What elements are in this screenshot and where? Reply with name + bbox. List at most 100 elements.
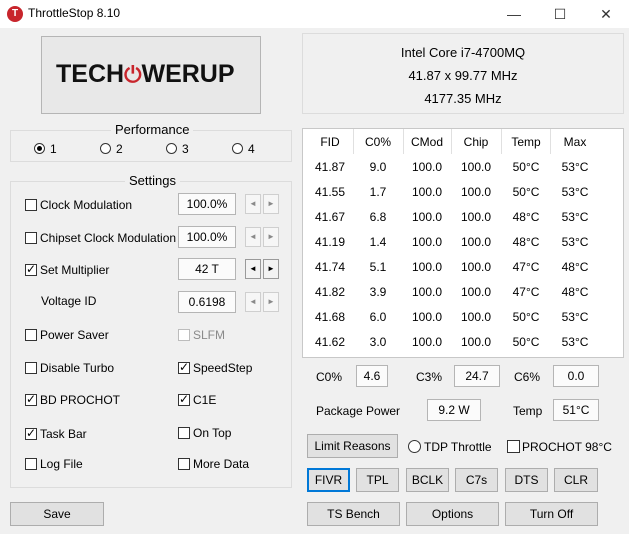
table-cell: 48°C [512,210,540,224]
table-cell: 1.7 [369,185,387,199]
table-cell: 100.0 [411,235,443,249]
fivr-button[interactable]: FIVR [307,468,350,492]
profile-3-radio[interactable] [166,143,177,154]
table-cell: 41.74 [314,260,346,274]
minimize-button[interactable]: — [491,0,537,28]
settings-label: Settings [125,173,180,188]
c0-summary-label: C0% [316,370,343,384]
slfm-checkbox[interactable] [178,329,190,341]
close-button[interactable]: ✕ [583,0,629,28]
options-button[interactable]: Options [406,502,499,526]
clock-modulation-increase[interactable]: ► [263,194,279,214]
core-data-grid: FID C0% CMod Chip Temp Max 41.87 9.0 100.0 100.0 5… [302,128,624,358]
slfm-label: SLFM [193,328,226,342]
set-multiplier-label: Set Multiplier [40,263,110,277]
cpu-name: Intel Core i7-4700MQ [400,45,526,60]
table-cell: 48°C [561,260,589,274]
set-multiplier-decrease[interactable]: ◄ [245,259,261,279]
chipset-clock-modulation-value: 100.0% [178,226,236,248]
table-cell: 48°C [561,285,589,299]
clock-modulation-decrease[interactable]: ◄ [245,194,261,214]
speedstep-label: SpeedStep [193,361,253,375]
table-cell: 5.1 [369,260,387,274]
package-power-label: Package Power [316,404,401,418]
table-cell: 6.8 [369,210,387,224]
set-multiplier-increase[interactable]: ► [263,259,279,279]
c6-summary-value: 0.0 [553,365,599,387]
voltage-id-increase[interactable]: ► [263,292,279,312]
table-cell: 100.0 [411,285,443,299]
task-bar-label: Task Bar [40,427,87,441]
disable-turbo-checkbox[interactable] [25,362,37,374]
log-file-label: Log File [40,457,83,471]
column-header: C0% [364,135,391,149]
profile-3-label: 3 [182,142,189,156]
log-file-checkbox[interactable] [25,458,37,470]
table-cell: 53°C [561,310,589,324]
clock-modulation-checkbox[interactable] [25,199,37,211]
table-cell: 100.0 [460,285,492,299]
bd-prochot-checkbox[interactable] [25,392,37,406]
chipset-clock-modulation-checkbox[interactable] [25,232,37,244]
table-cell: 47°C [512,285,540,299]
power-saver-checkbox[interactable] [25,329,37,341]
on-top-label: On Top [193,426,232,440]
table-cell: 100.0 [411,260,443,274]
limit-reasons-button[interactable]: Limit Reasons [307,434,398,458]
performance-label: Performance [111,122,194,137]
clock-modulation-label: Clock Modulation [40,198,133,212]
chipset-clock-modulation-increase[interactable]: ► [263,227,279,247]
window-title: ThrottleStop 8.10 [28,6,121,20]
set-multiplier-checkbox[interactable] [25,262,37,276]
bd-prochot-label: BD PROCHOT [40,393,121,407]
table-cell: 50°C [512,185,540,199]
table-cell: 41.87 [314,160,346,174]
speedstep-checkbox[interactable] [178,360,190,374]
table-cell: 100.0 [411,310,443,324]
disable-turbo-label: Disable Turbo [40,361,115,375]
c0-summary-value: 4.6 [356,365,388,387]
table-cell: 100.0 [460,335,492,349]
table-cell: 50°C [512,310,540,324]
app-icon: T [7,6,23,22]
save-button[interactable]: Save [10,502,104,526]
chipset-clock-modulation-decrease[interactable]: ◄ [245,227,261,247]
table-cell: 6.0 [369,310,387,324]
c1e-checkbox[interactable] [178,392,190,406]
bclk-button[interactable]: BCLK [406,468,449,492]
profile-2-radio[interactable] [100,143,111,154]
ts-bench-button[interactable]: TS Bench [307,502,400,526]
voltage-id-value: 0.6198 [178,291,236,313]
prochot-checkbox[interactable] [507,440,520,453]
voltage-id-decrease[interactable]: ◄ [245,292,261,312]
tpl-button[interactable]: TPL [356,468,399,492]
table-cell: 53°C [561,185,589,199]
more-data-label: More Data [193,457,250,471]
table-cell: 1.4 [369,235,387,249]
table-cell: 9.0 [369,160,387,174]
c3-summary-value: 24.7 [454,365,500,387]
table-cell: 53°C [561,210,589,224]
maximize-button[interactable]: ☐ [537,0,583,28]
table-cell: 3.9 [369,285,387,299]
profile-4-radio[interactable] [232,143,243,154]
on-top-checkbox[interactable] [178,427,190,439]
profile-4-label: 4 [248,142,255,156]
dts-button[interactable]: DTS [505,468,548,492]
clr-button[interactable]: CLR [554,468,598,492]
package-temp-label: Temp [513,404,543,418]
profile-1-radio[interactable] [34,143,45,154]
task-bar-checkbox[interactable] [25,426,37,440]
table-cell: 100.0 [411,160,443,174]
turn-off-button[interactable]: Turn Off [505,502,598,526]
table-cell: 41.82 [314,285,346,299]
table-cell: 53°C [561,235,589,249]
table-cell: 53°C [561,160,589,174]
table-cell: 100.0 [411,210,443,224]
more-data-checkbox[interactable] [178,458,190,470]
table-cell: 47°C [512,260,540,274]
c3-summary-label: C3% [416,370,443,384]
c7s-button[interactable]: C7s [455,468,498,492]
column-header: Max [563,135,587,149]
table-cell: 100.0 [411,185,443,199]
